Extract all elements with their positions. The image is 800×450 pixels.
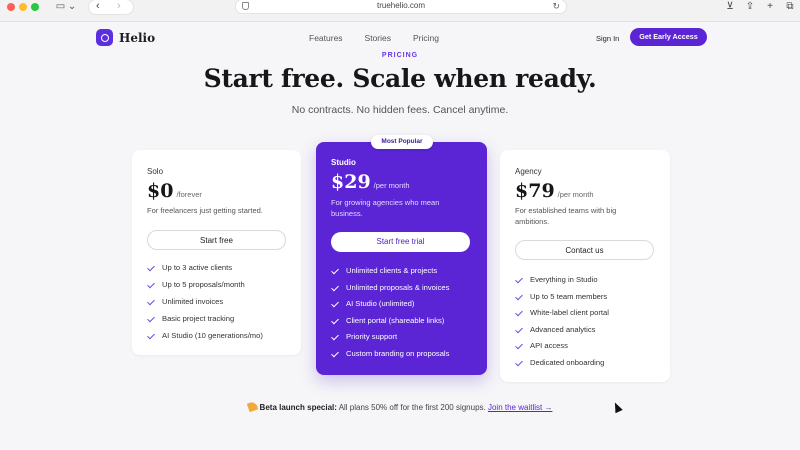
- reload-icon[interactable]: ↻: [552, 0, 560, 12]
- feature-item: Client portal (shareable links): [331, 316, 444, 325]
- plan-price: $29: [331, 171, 371, 193]
- party-popper-icon: [246, 400, 258, 413]
- promo-text: All plans 50% off for the first 200 sign…: [336, 403, 488, 412]
- start-free-button[interactable]: Start free: [147, 230, 286, 250]
- feature-item: Unlimited invoices: [147, 297, 223, 306]
- feature-item: Up to 3 active clients: [147, 263, 232, 272]
- check-icon: [331, 333, 339, 341]
- close-window-button[interactable]: [7, 3, 15, 11]
- plan-period: /forever: [176, 190, 202, 199]
- feature-item: Priority support: [331, 332, 397, 341]
- plan-description: For established teams with big ambitions…: [515, 206, 617, 226]
- nav-link-pricing[interactable]: Pricing: [413, 33, 439, 43]
- check-icon: [515, 309, 523, 317]
- plan-price: $0: [147, 180, 174, 202]
- privacy-icon: [242, 2, 249, 10]
- plan-card-solo: Solo $0 /forever For freelancers just ge…: [132, 150, 301, 355]
- feature-item: Up to 5 team members: [515, 292, 607, 301]
- check-icon: [331, 300, 339, 308]
- nav-link-features[interactable]: Features: [309, 33, 343, 43]
- page-subtitle: No contracts. No hidden fees. Cancel any…: [291, 104, 509, 116]
- site-header: Helio Features Stories Pricing Sign In G…: [0, 22, 800, 56]
- downloads-icon[interactable]: ⊻: [720, 0, 740, 13]
- check-icon: [515, 342, 523, 350]
- plan-description: For growing agencies who mean business.: [331, 198, 440, 218]
- plan-card-studio: Most Popular Studio $29 /per month For g…: [316, 135, 487, 375]
- section-eyebrow: PRICING: [381, 52, 419, 58]
- plan-period: /per month: [373, 181, 410, 190]
- zoom-window-button[interactable]: [31, 3, 39, 11]
- feature-item: Advanced analytics: [515, 325, 595, 334]
- check-icon: [147, 332, 155, 340]
- sign-in-link[interactable]: Sign In: [596, 34, 619, 43]
- join-waitlist-link[interactable]: Join the waitlist →: [488, 403, 552, 412]
- promo-label: Beta launch special:: [259, 403, 337, 412]
- plan-name: Solo: [147, 167, 164, 176]
- helio-logo-icon: [96, 29, 113, 46]
- check-icon: [515, 293, 523, 301]
- plan-card-agency: Agency $79 /per month For established te…: [500, 150, 670, 382]
- feature-item: Everything in Studio: [515, 275, 598, 284]
- most-popular-badge: Most Popular: [371, 135, 433, 149]
- nav-link-stories[interactable]: Stories: [365, 33, 391, 43]
- check-icon: [147, 298, 155, 306]
- check-icon: [515, 276, 523, 284]
- check-icon: [331, 284, 339, 292]
- brand-name: Helio: [119, 30, 156, 45]
- get-early-access-button[interactable]: Get Early Access: [630, 28, 707, 46]
- brand-logo[interactable]: Helio: [96, 29, 155, 46]
- feature-item: AI Studio (10 generations/mo): [147, 331, 263, 340]
- minimize-window-button[interactable]: [19, 3, 27, 11]
- feature-item: API access: [515, 341, 568, 350]
- page-title: Start free. Scale when ready.: [203, 64, 597, 93]
- plan-period: /per month: [557, 190, 594, 199]
- feature-item: AI Studio (unlimited): [331, 299, 414, 308]
- url-text: truehelio.com: [376, 1, 426, 10]
- plan-name: Agency: [515, 167, 542, 176]
- contact-us-button[interactable]: Contact us: [515, 240, 654, 260]
- check-icon: [331, 267, 339, 275]
- beta-promo: Beta launch special: All plans 50% off f…: [0, 400, 800, 413]
- feature-item: Unlimited clients & projects: [331, 266, 437, 275]
- back-icon[interactable]: ‹: [96, 0, 100, 12]
- check-icon: [331, 350, 339, 358]
- forward-icon[interactable]: ›: [117, 0, 121, 12]
- new-tab-icon[interactable]: +: [760, 0, 780, 13]
- history-nav: ‹ ›: [89, 0, 133, 14]
- feature-item: White-label client portal: [515, 308, 609, 317]
- feature-item: Dedicated onboarding: [515, 358, 604, 367]
- check-icon: [515, 326, 523, 334]
- check-icon: [147, 264, 155, 272]
- browser-toolbar: ▭ ⌄ ‹ › truehelio.com ↻ ⊻ ⇪ + ⧉: [0, 0, 800, 22]
- feature-item: Custom branding on proposals: [331, 349, 449, 358]
- check-icon: [147, 281, 155, 289]
- plan-description: For freelancers just getting started.: [147, 206, 263, 215]
- plan-price: $79: [515, 180, 555, 202]
- main-nav: Features Stories Pricing: [309, 33, 439, 43]
- plan-name: Studio: [331, 158, 356, 167]
- feature-item: Up to 5 proposals/month: [147, 280, 245, 289]
- share-icon[interactable]: ⇪: [740, 0, 760, 13]
- check-icon: [515, 359, 523, 367]
- check-icon: [331, 317, 339, 325]
- check-icon: [147, 315, 155, 323]
- start-free-trial-button[interactable]: Start free trial: [331, 232, 470, 252]
- feature-item: Unlimited proposals & invoices: [331, 283, 449, 292]
- sidebar-toggle-icon[interactable]: ▭ ⌄: [52, 0, 80, 13]
- tab-overview-icon[interactable]: ⧉: [780, 0, 800, 13]
- feature-item: Basic project tracking: [147, 314, 234, 323]
- address-bar[interactable]: truehelio.com ↻: [236, 0, 566, 13]
